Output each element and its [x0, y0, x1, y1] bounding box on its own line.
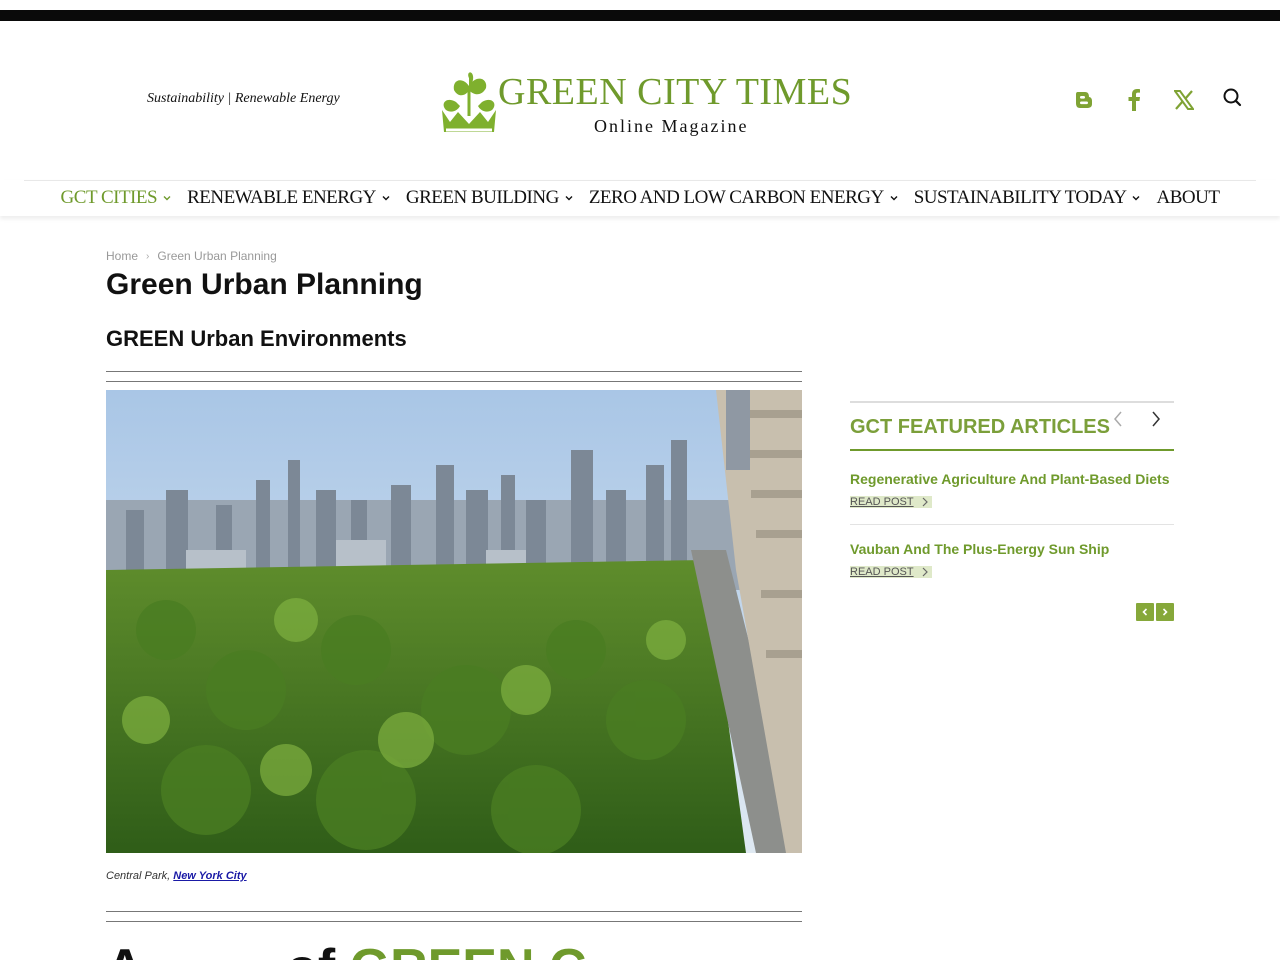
- carousel-next-icon[interactable]: [1146, 409, 1166, 429]
- breadcrumb: Home › Green Urban Planning: [106, 249, 277, 263]
- read-post-link[interactable]: READ POST: [850, 566, 932, 578]
- article-title-link[interactable]: Vauban And The Plus-Energy Sun Ship: [850, 541, 1109, 557]
- pager-next-button[interactable]: [1156, 603, 1174, 621]
- facebook-icon[interactable]: [1122, 88, 1146, 112]
- nav-item-about[interactable]: ABOUT: [1148, 187, 1227, 209]
- nav-item-gct-cities[interactable]: GCT CITIES: [53, 187, 180, 209]
- chevron-down-icon: [565, 196, 573, 201]
- main-nav: GCT CITIES RENEWABLE ENERGY GREEN BUILDI…: [0, 180, 1280, 216]
- top-black-bar: [0, 10, 1280, 21]
- chevron-down-icon: [890, 196, 898, 201]
- x-twitter-icon[interactable]: [1172, 88, 1196, 112]
- nav-item-label: ZERO AND LOW CARBON ENERGY: [588, 187, 884, 208]
- double-divider-top: [106, 371, 802, 382]
- nav-item-label: SUSTAINABILITY TODAY: [913, 187, 1127, 208]
- chevron-down-icon: [163, 196, 171, 201]
- article-divider: [850, 524, 1174, 525]
- heading-part-green: GREEN C: [350, 939, 587, 960]
- chevron-right-icon: [922, 497, 928, 507]
- section-heading-partial: A of GREEN C: [106, 938, 587, 960]
- chevron-right-icon: [922, 567, 928, 577]
- heading-part-mid: of: [142, 939, 350, 960]
- nav-item-label: RENEWABLE ENERGY: [187, 187, 376, 208]
- pager-prev-button[interactable]: [1136, 603, 1154, 621]
- chevron-down-icon: [1132, 196, 1140, 201]
- widget-underline: [850, 449, 1174, 451]
- nav-item-label: ABOUT: [1156, 187, 1220, 208]
- widget-title: GCT FEATURED ARTICLES: [850, 416, 1110, 438]
- chevron-down-icon: [382, 196, 390, 201]
- nav-item-label: GCT CITIES: [60, 187, 158, 208]
- hero-image-central-park: [106, 390, 802, 853]
- read-post-label: READ POST: [850, 566, 914, 578]
- page-title: Green Urban Planning: [106, 268, 423, 301]
- page-subtitle: GREEN Urban Environments: [106, 326, 407, 351]
- featured-article: Regenerative Agriculture And Plant-Based…: [850, 471, 1174, 510]
- featured-article: Vauban And The Plus-Energy Sun Ship READ…: [850, 541, 1174, 580]
- carousel-prev-icon[interactable]: [1108, 409, 1128, 429]
- image-caption: Central Park, New York City: [106, 870, 247, 882]
- logo-subtitle: Online Magazine: [594, 116, 749, 136]
- widget-top-line: [850, 401, 1174, 403]
- blogger-icon[interactable]: [1072, 88, 1096, 112]
- caption-text: Central Park,: [106, 870, 174, 882]
- breadcrumb-current: Green Urban Planning: [157, 249, 277, 263]
- site-logo[interactable]: GREEN CITY TIMES Online Magazine: [436, 70, 856, 140]
- breadcrumb-home-link[interactable]: Home: [106, 249, 138, 263]
- chevron-right-icon: [1162, 608, 1168, 616]
- nav-item-label: GREEN BUILDING: [405, 187, 559, 208]
- caption-link-new-york-city[interactable]: New York City: [173, 870, 246, 882]
- nav-item-renewable-energy[interactable]: RENEWABLE ENERGY: [179, 187, 398, 209]
- article-title-link[interactable]: Regenerative Agriculture And Plant-Based…: [850, 471, 1169, 487]
- chevron-left-icon: [1142, 608, 1148, 616]
- logo-title: GREEN CITY TIMES: [498, 71, 853, 113]
- read-post-label: READ POST: [850, 496, 914, 508]
- double-divider-bottom: [106, 911, 802, 922]
- heading-part-dark: A: [106, 939, 142, 960]
- nav-item-green-building[interactable]: GREEN BUILDING: [398, 187, 581, 209]
- site-tagline: Sustainability | Renewable Energy: [147, 91, 340, 106]
- nav-item-sustainability-today[interactable]: SUSTAINABILITY TODAY: [906, 187, 1149, 209]
- nav-item-zero-low-carbon[interactable]: ZERO AND LOW CARBON ENERGY: [581, 187, 906, 209]
- read-post-link[interactable]: READ POST: [850, 496, 932, 508]
- search-icon[interactable]: [1220, 85, 1244, 109]
- breadcrumb-separator: ›: [146, 250, 150, 262]
- plant-crown-logo-icon: [442, 72, 496, 132]
